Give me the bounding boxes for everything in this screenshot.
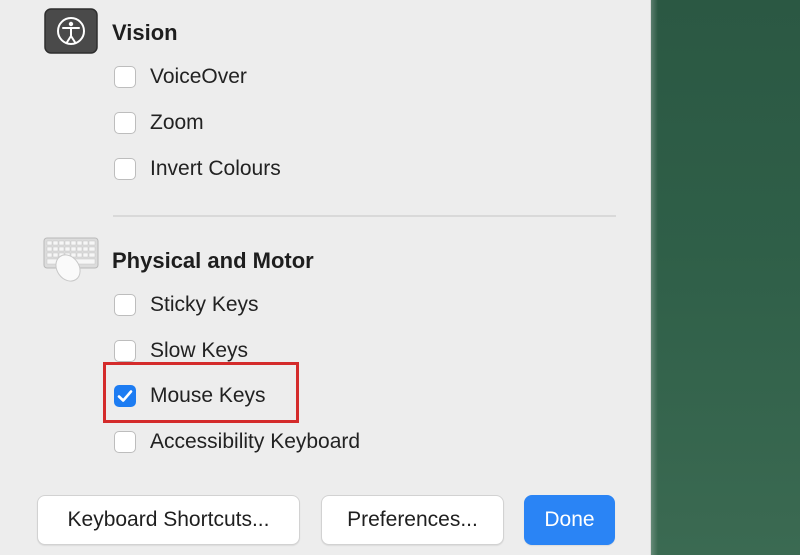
accessibility-keyboard-label: Accessibility Keyboard [150,430,361,453]
sticky-keys-label: Sticky Keys [150,293,259,316]
accessibility-shortcuts-panel: Vision VoiceOver Zoom Invert Colours Phy… [0,0,650,555]
voiceover-label: VoiceOver [150,65,247,88]
sticky-keys-checkbox[interactable] [114,294,136,316]
option-zoom[interactable]: Zoom [114,109,204,137]
preferences-button[interactable]: Preferences... [321,495,504,545]
vision-section-title: Vision [112,20,178,45]
invert-colours-label: Invert Colours [150,157,281,180]
accessibility-keyboard-checkbox[interactable] [114,431,136,453]
invert-colours-checkbox[interactable] [114,158,136,180]
window-edge-shadow [650,0,658,555]
slow-keys-label: Slow Keys [150,339,249,362]
keyboard-mouse-icon [40,234,102,284]
slow-keys-checkbox[interactable] [114,340,136,362]
keyboard-shortcuts-button[interactable]: Keyboard Shortcuts... [37,495,300,545]
zoom-checkbox[interactable] [114,112,136,134]
physical-motor-section-title: Physical and Motor [112,248,314,273]
done-button[interactable]: Done [524,495,615,545]
option-accessibility-keyboard[interactable]: Accessibility Keyboard [114,428,360,456]
desktop-background [650,0,800,555]
mouse-keys-highlight-box [103,362,299,423]
option-slow-keys[interactable]: Slow Keys [114,337,248,365]
section-divider [113,215,616,217]
option-voiceover[interactable]: VoiceOver [114,63,247,91]
option-sticky-keys[interactable]: Sticky Keys [114,291,259,319]
zoom-label: Zoom [150,111,204,134]
option-invert-colours[interactable]: Invert Colours [114,155,281,183]
voiceover-checkbox[interactable] [114,66,136,88]
accessibility-icon [44,8,98,54]
